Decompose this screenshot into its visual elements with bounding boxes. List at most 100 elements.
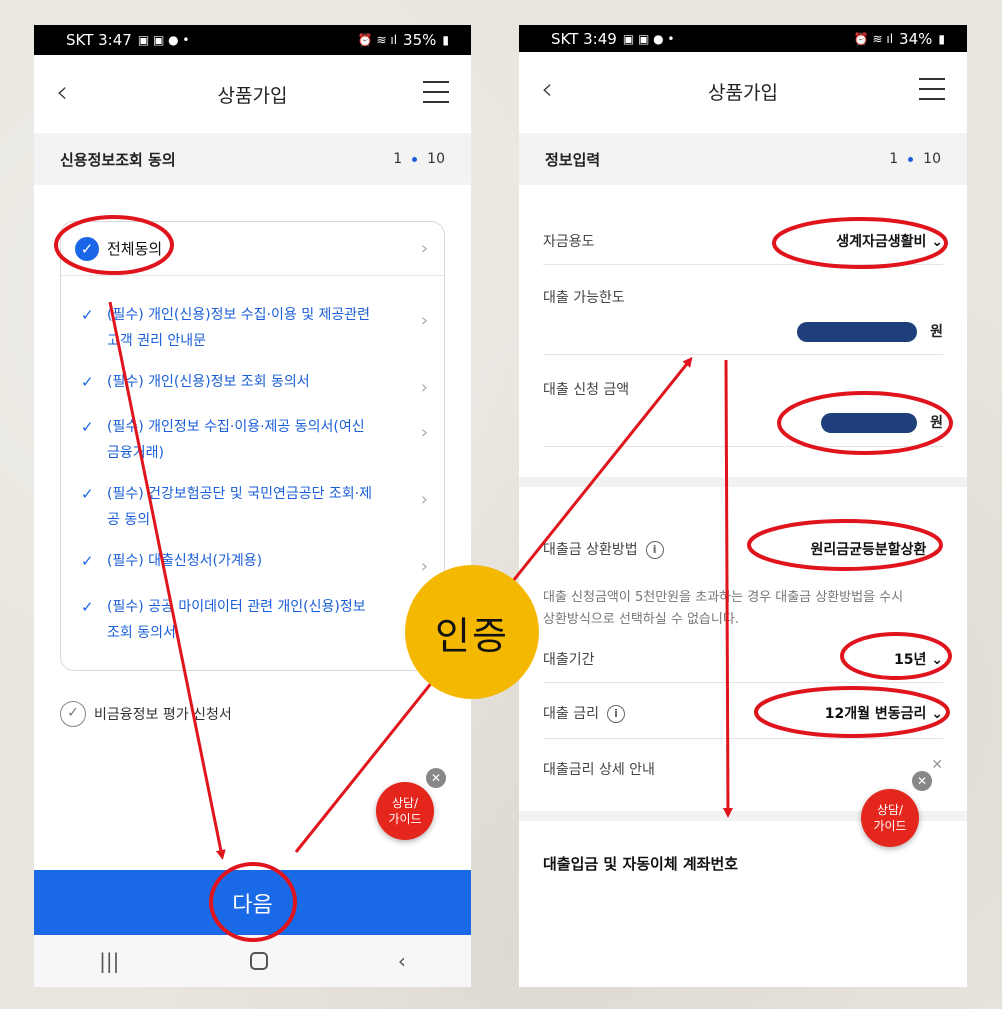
notification-icons: ▣ ▣ ● • bbox=[137, 33, 190, 47]
note-line: 대출 신청금액이 5천만원을 초과하는 경우 대출금 상환방법을 수시 bbox=[543, 590, 904, 605]
fund-purpose-value: 생계자금생활비 bbox=[836, 234, 927, 250]
term-row[interactable]: 대출기간 15년 ⌄ bbox=[543, 633, 943, 683]
step-label: 신용정보조회 동의 bbox=[60, 150, 176, 169]
term-text: (필수) 공공 마이데이터 관련 개인(신용)정보 bbox=[107, 599, 366, 615]
battery-level: 34% bbox=[899, 29, 933, 48]
app-header: ‹ 상품가입 bbox=[519, 52, 967, 130]
extra-option-label: 비금융정보 평가 신청서 bbox=[94, 707, 232, 723]
consult-line: 가이드 bbox=[873, 819, 907, 833]
rate-value: 12개월 변동금리 bbox=[824, 706, 927, 722]
close-icon[interactable]: ✕ bbox=[912, 771, 932, 791]
chevron-down-icon: ⌄ bbox=[931, 706, 943, 722]
checkmark-icon: ✓ bbox=[81, 552, 94, 570]
repayment-row[interactable]: 대출금 상환방법 i 원리금균등분할상환 ⌄ bbox=[543, 523, 943, 575]
repayment-value: 원리금균등분할상환 bbox=[810, 542, 927, 558]
collapse-icon[interactable]: ✕ bbox=[931, 757, 943, 773]
checkmark-icon: ✓ bbox=[81, 485, 94, 503]
term-item[interactable]: ✓ (필수) 개인(신용)정보 수집·이용 및 제공관련 고객 권리 안내문 › bbox=[61, 302, 444, 354]
check-outline-icon[interactable]: ✓ bbox=[60, 701, 86, 727]
redacted-amount bbox=[821, 413, 917, 433]
next-button[interactable]: 다음 bbox=[34, 870, 471, 935]
term-value: 15년 bbox=[894, 652, 927, 668]
redacted-amount bbox=[797, 322, 917, 342]
rate-row[interactable]: 대출 금리 i 12개월 변동금리 ⌄ bbox=[543, 683, 943, 739]
step-dot-icon bbox=[908, 156, 914, 162]
loan-limit-label: 대출 가능한도 bbox=[543, 290, 625, 306]
menu-icon[interactable] bbox=[919, 78, 945, 100]
status-bar: SKT 3:49 ▣ ▣ ● • ⏰ ≋ ıl 34% ▮ bbox=[519, 25, 967, 52]
term-item[interactable]: ✓ (필수) 개인정보 수집·이용·제공 동의서(여신 금융거래) › bbox=[61, 414, 444, 466]
recent-apps-icon[interactable]: ||| bbox=[99, 949, 119, 973]
term-text: 공 동의 bbox=[107, 512, 151, 528]
chevron-right-icon: › bbox=[420, 422, 428, 443]
back-icon[interactable]: ‹ bbox=[56, 75, 92, 111]
fund-purpose-row[interactable]: 자금용도 생계자금생활비 ⌄ bbox=[543, 215, 943, 265]
chevron-down-icon: ⌄ bbox=[931, 542, 943, 558]
menu-icon[interactable] bbox=[423, 81, 449, 103]
consult-line: 가이드 bbox=[388, 812, 422, 826]
term-item[interactable]: ✓ (필수) 건강보험공단 및 국민연금공단 조회·제 공 동의 › bbox=[61, 481, 444, 533]
step-counter: 1 10 bbox=[393, 151, 445, 167]
fund-purpose-select[interactable]: 생계자금생활비 ⌄ bbox=[836, 231, 943, 251]
info-icon[interactable]: i bbox=[606, 705, 625, 723]
term-select[interactable]: 15년 ⌄ bbox=[894, 649, 943, 669]
agree-all-label: 전체동의 bbox=[107, 240, 163, 258]
check-circle-icon[interactable]: ✓ bbox=[75, 236, 99, 261]
account-section-title: 대출입금 및 자동이체 계좌번호 bbox=[543, 855, 739, 873]
term-item[interactable]: ✓ (필수) 개인(신용)정보 조회 동의서 › bbox=[61, 369, 444, 398]
extra-option-row[interactable]: ✓ 비금융정보 평가 신청서 bbox=[60, 701, 232, 727]
term-text: (필수) 건강보험공단 및 국민연금공단 조회·제 bbox=[107, 486, 373, 502]
chevron-right-icon: › bbox=[420, 310, 428, 331]
rate-label: 대출 금리 bbox=[543, 706, 599, 722]
checkmark-icon: ✓ bbox=[81, 418, 94, 436]
rate-detail-label: 대출금리 상세 안내 bbox=[543, 762, 655, 778]
term-item[interactable]: ✓ (필수) 공공 마이데이터 관련 개인(신용)정보 조회 동의서 bbox=[61, 594, 444, 646]
repayment-select[interactable]: 원리금균등분할상환 ⌄ bbox=[810, 539, 943, 559]
step-current: 1 bbox=[393, 151, 403, 167]
certification-badge: 인증 bbox=[405, 565, 539, 699]
page-title: 상품가입 bbox=[217, 84, 288, 107]
android-nav-bar: ||| ‹ bbox=[34, 935, 471, 987]
term-text: (필수) 개인(신용)정보 조회 동의서 bbox=[107, 374, 310, 390]
nav-back-icon[interactable]: ‹ bbox=[398, 949, 406, 973]
rate-select[interactable]: 12개월 변동금리 ⌄ bbox=[825, 703, 943, 723]
chevron-right-icon: › bbox=[420, 489, 428, 510]
loan-limit-row: 대출 가능한도 원 bbox=[543, 265, 943, 355]
note-line: 상환방식으로 선택하실 수 없습니다. bbox=[543, 612, 739, 627]
battery-icon: ▮ bbox=[938, 31, 945, 46]
term-label: 대출기간 bbox=[543, 652, 595, 668]
chevron-right-icon: › bbox=[420, 377, 428, 398]
status-time: SKT 3:47 bbox=[66, 31, 132, 49]
step-counter: 1 10 bbox=[889, 151, 941, 167]
section-divider bbox=[519, 477, 967, 487]
step-label: 정보입력 bbox=[545, 150, 601, 169]
fund-purpose-label: 자금용도 bbox=[543, 234, 595, 250]
term-text: 조회 동의서 bbox=[107, 625, 176, 641]
agree-all-row[interactable]: ✓ 전체동의 › bbox=[61, 222, 444, 276]
page-title: 상품가입 bbox=[708, 81, 778, 104]
consult-guide-button[interactable]: 상담/ 가이드 bbox=[376, 782, 434, 840]
chevron-down-icon: ⌄ bbox=[931, 652, 943, 668]
back-icon[interactable]: ‹ bbox=[541, 72, 577, 108]
term-text: (필수) 대출신청서(가계용) bbox=[107, 553, 263, 569]
loan-amount-row[interactable]: 대출 신청 금액 원 bbox=[543, 355, 943, 447]
repayment-label: 대출금 상환방법 bbox=[543, 542, 638, 558]
step-dot-icon bbox=[412, 156, 418, 162]
info-icon[interactable]: i bbox=[645, 541, 664, 559]
terms-card: ✓ 전체동의 › ✓ (필수) 개인(신용)정보 수집·이용 및 제공관련 고객… bbox=[60, 221, 445, 671]
step-bar: 신용정보조회 동의 1 10 bbox=[34, 133, 471, 185]
home-icon[interactable] bbox=[249, 952, 268, 970]
loan-amount-label: 대출 신청 금액 bbox=[543, 382, 630, 398]
term-item[interactable]: ✓ (필수) 대출신청서(가계용) › bbox=[61, 548, 444, 577]
battery-level: 35% bbox=[403, 31, 437, 49]
close-icon[interactable]: ✕ bbox=[426, 768, 446, 788]
step-bar: 정보입력 1 10 bbox=[519, 133, 967, 185]
chevron-right-icon: › bbox=[420, 556, 428, 577]
checkmark-icon: ✓ bbox=[81, 598, 94, 616]
signal-icons: ⏰ ≋ ıl bbox=[357, 33, 398, 47]
signal-icons: ⏰ ≋ ıl bbox=[853, 31, 894, 46]
consult-guide-button[interactable]: 상담/ 가이드 bbox=[861, 789, 919, 847]
won-unit: 원 bbox=[930, 415, 943, 431]
consult-line: 상담/ bbox=[391, 796, 419, 810]
repayment-label-wrap: 대출금 상환방법 i bbox=[543, 539, 664, 559]
